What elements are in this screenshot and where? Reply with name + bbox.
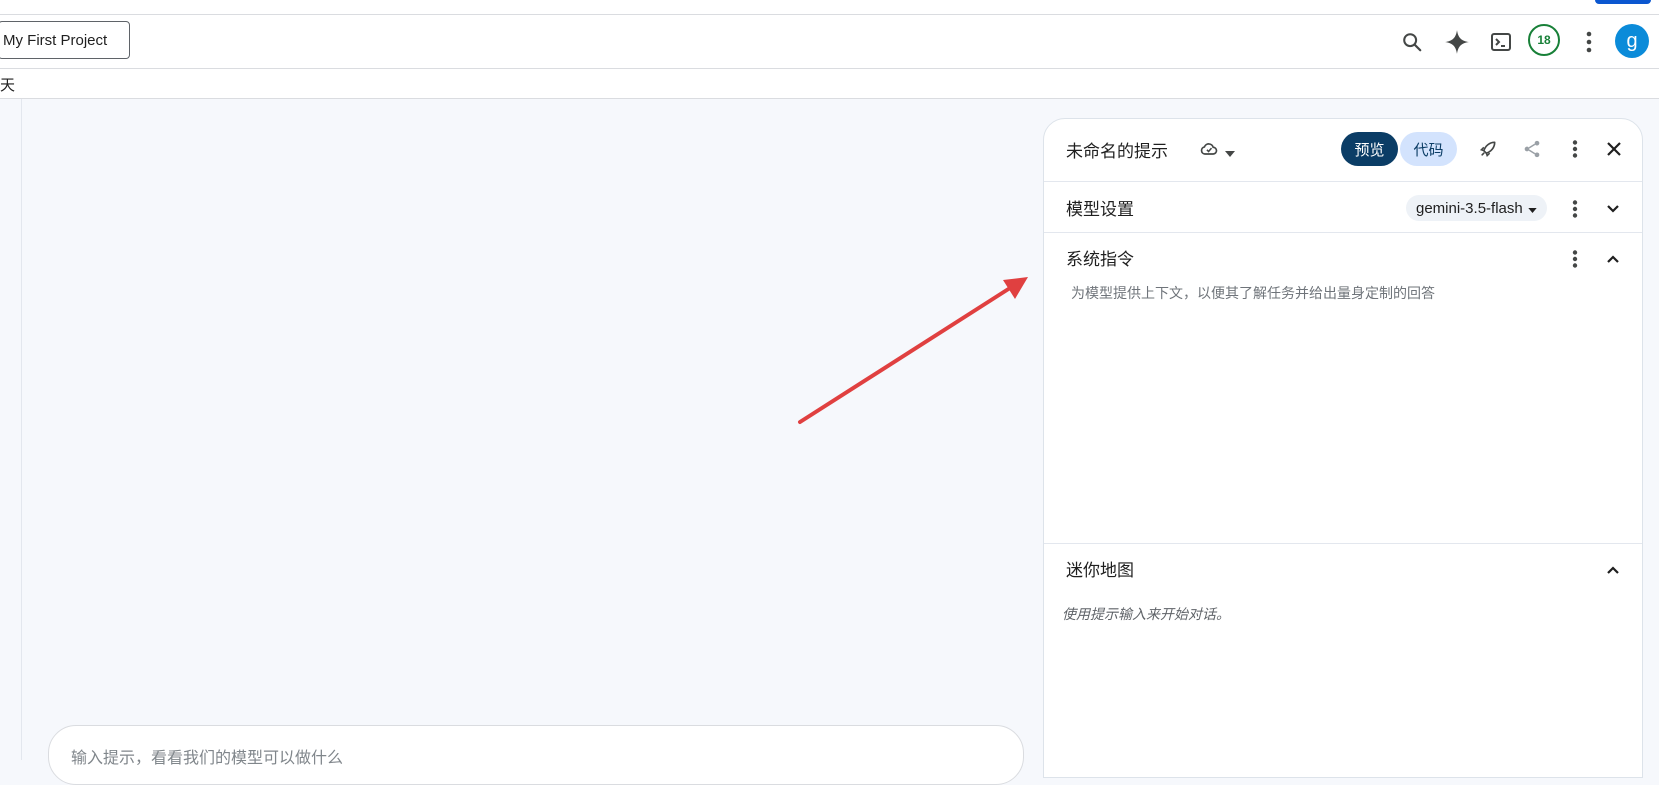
- system-instructions-title[interactable]: 系统指令: [1066, 245, 1134, 270]
- model-value: gemini-3.5-flash: [1416, 199, 1523, 217]
- model-settings-more-icon[interactable]: [1562, 196, 1588, 222]
- app-header: My First Project 18 g: [0, 15, 1659, 69]
- preview-toggle[interactable]: 预览: [1341, 132, 1398, 166]
- rocket-icon[interactable]: [1475, 136, 1501, 162]
- share-icon[interactable]: [1519, 136, 1545, 162]
- annotation-arrow: [798, 277, 1028, 424]
- top-blue-tab[interactable]: [1595, 0, 1651, 4]
- save-status-dropdown[interactable]: [1199, 139, 1235, 163]
- sparkle-icon[interactable]: [1440, 25, 1474, 59]
- prompt-input[interactable]: 输入提示，看看我们的模型可以做什么: [48, 725, 1024, 785]
- close-icon[interactable]: [1601, 136, 1627, 162]
- chevron-up-icon[interactable]: [1600, 246, 1626, 272]
- chevron-up-icon[interactable]: [1600, 557, 1626, 583]
- caret-down-icon: [1528, 200, 1537, 217]
- model-settings-title[interactable]: 模型设置: [1066, 195, 1134, 220]
- minimap-empty-hint: 使用提示输入来开始对话。: [1062, 607, 1230, 623]
- left-rail: [0, 99, 22, 760]
- caret-down-icon: [1225, 142, 1235, 161]
- system-instructions-more-icon[interactable]: [1562, 246, 1588, 272]
- project-selector-button[interactable]: My First Project: [0, 21, 130, 59]
- sub-toolbar: 天: [0, 69, 1659, 99]
- divider: [1044, 232, 1642, 233]
- avatar[interactable]: g: [1615, 24, 1649, 58]
- more-vert-icon[interactable]: [1572, 25, 1606, 59]
- prompt-title[interactable]: 未命名的提示: [1066, 137, 1168, 162]
- run-settings-panel: 未命名的提示 预览 代码 模型设置 gemini-3.5-flash 系统指令: [1043, 118, 1643, 778]
- code-toggle[interactable]: 代码: [1400, 132, 1457, 166]
- minimap-title[interactable]: 迷你地图: [1066, 556, 1134, 581]
- top-strip: [0, 0, 1659, 15]
- panel-more-vert-icon[interactable]: [1562, 136, 1588, 162]
- chevron-down-icon[interactable]: [1600, 196, 1626, 222]
- divider: [1044, 543, 1642, 544]
- system-instructions-input[interactable]: 为模型提供上下文，以便其了解任务并给出量身定制的回答: [1071, 283, 1435, 303]
- search-icon[interactable]: [1395, 25, 1429, 59]
- notification-count-badge[interactable]: 18: [1528, 24, 1560, 56]
- terminal-icon[interactable]: [1484, 25, 1518, 59]
- cloud-icon: [1199, 139, 1219, 163]
- sub-tab-label[interactable]: 天: [0, 74, 15, 95]
- prompt-placeholder: 输入提示，看看我们的模型可以做什么: [71, 748, 344, 767]
- model-selector[interactable]: gemini-3.5-flash: [1406, 195, 1547, 221]
- divider: [1044, 181, 1642, 182]
